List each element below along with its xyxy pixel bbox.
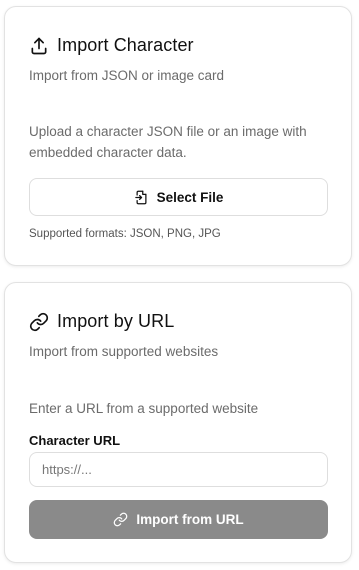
import-by-url-description: Enter a URL from a supported website xyxy=(29,401,259,416)
import-character-subtitle: Import from JSON or image card xyxy=(29,68,225,83)
import-character-title: Import Character xyxy=(57,35,194,55)
import-from-url-label: Import from URL xyxy=(136,512,244,527)
import-by-url-card: Import by URL Import from supported webs… xyxy=(4,282,352,563)
import-character-card: Import Character Import from JSON or ima… xyxy=(4,6,352,266)
link-icon xyxy=(114,512,128,527)
select-file-label: Select File xyxy=(156,189,224,205)
supported-formats-note: Supported formats: JSON, PNG, JPG xyxy=(29,228,221,240)
import-by-url-subtitle: Import from supported websites xyxy=(29,344,219,359)
import-from-url-button[interactable]: Import from URL xyxy=(29,500,328,539)
link-icon xyxy=(29,312,49,331)
select-file-button[interactable]: Select File xyxy=(29,178,328,216)
file-import-icon xyxy=(134,190,147,204)
import-character-description: Upload a character JSON file or an image… xyxy=(29,124,307,160)
import-by-url-header: Import by URL xyxy=(29,311,174,332)
character-url-input[interactable] xyxy=(29,452,328,487)
import-by-url-title: Import by URL xyxy=(57,311,175,331)
import-character-header: Import Character xyxy=(29,35,194,56)
character-url-label: Character URL xyxy=(29,433,121,448)
upload-icon xyxy=(31,37,47,54)
